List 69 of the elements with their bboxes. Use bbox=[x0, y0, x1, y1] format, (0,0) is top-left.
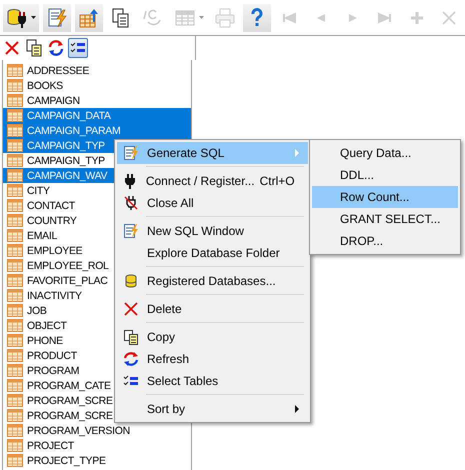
table-icon bbox=[7, 214, 23, 227]
table-arrow-icon bbox=[78, 6, 100, 28]
panel-toolbar-button[interactable] bbox=[68, 38, 88, 58]
table-icon bbox=[7, 319, 23, 332]
dropdown-arrow-icon bbox=[199, 16, 204, 19]
database-icon bbox=[122, 273, 138, 289]
panel-toolbar-button[interactable] bbox=[24, 38, 44, 58]
panel-toolbar-button[interactable] bbox=[46, 38, 66, 58]
table-icon bbox=[7, 229, 23, 242]
plug-icon bbox=[6, 6, 28, 28]
table-list-item[interactable]: CAMPAIGN_DATA bbox=[3, 108, 191, 123]
cross-icon bbox=[122, 301, 138, 317]
menu-item[interactable]: Sort by bbox=[117, 398, 308, 420]
table-icon bbox=[7, 259, 23, 272]
table-icon bbox=[7, 424, 23, 437]
toolbar-button[interactable] bbox=[3, 4, 39, 32]
lightning-document-icon bbox=[122, 223, 138, 239]
table-icon bbox=[7, 244, 23, 257]
table-list-item[interactable]: CAMPAIGN_PARAM bbox=[3, 123, 191, 138]
table-icon bbox=[7, 454, 23, 467]
lightning-document-icon bbox=[122, 145, 138, 161]
refresh-icon bbox=[47, 39, 65, 57]
table-list-item[interactable]: BOOKS bbox=[3, 78, 191, 93]
table-icon bbox=[7, 124, 23, 137]
menu-item[interactable]: DDL... bbox=[312, 164, 458, 186]
table-icon bbox=[7, 304, 23, 317]
table-icon bbox=[7, 94, 23, 107]
table-icon bbox=[7, 184, 23, 197]
table-icon bbox=[7, 364, 23, 377]
table-icon bbox=[7, 154, 23, 167]
menu-item[interactable]: New SQL Window bbox=[117, 220, 308, 242]
menu-item[interactable]: Explore Database Folder bbox=[117, 242, 308, 264]
printer-icon bbox=[214, 6, 236, 28]
table-icon bbox=[7, 139, 23, 152]
table-icon bbox=[7, 199, 23, 212]
menu-item[interactable]: DROP... bbox=[312, 230, 458, 252]
table-list-item[interactable]: CAMPAIGN bbox=[3, 93, 191, 108]
table-icon bbox=[7, 289, 23, 302]
cross-icon bbox=[3, 39, 21, 57]
refresh-icon bbox=[122, 351, 138, 367]
copy-icon bbox=[122, 329, 138, 345]
table-icon bbox=[7, 109, 23, 122]
table-list-item[interactable]: PROJECT_TYPE bbox=[3, 453, 191, 468]
table-list-item[interactable]: ADDRESSEE bbox=[3, 63, 191, 78]
table-icon bbox=[7, 394, 23, 407]
table-list-item[interactable]: PROJECT bbox=[3, 438, 191, 453]
menu-item[interactable]: Refresh bbox=[117, 348, 308, 370]
crossed-plug-icon bbox=[122, 195, 138, 211]
table-icon bbox=[7, 409, 23, 422]
menu-item[interactable]: Close All bbox=[117, 192, 308, 214]
menu-item[interactable]: GRANT SELECT... bbox=[312, 208, 458, 230]
submenu-arrow-icon bbox=[294, 404, 300, 414]
menu-item[interactable]: Query Data... bbox=[312, 142, 458, 164]
table-icon bbox=[7, 334, 23, 347]
table-icon bbox=[7, 349, 23, 362]
table-icon bbox=[7, 169, 23, 182]
table-list-item[interactable]: PROGRAM_VERSION bbox=[3, 423, 191, 438]
menu-item[interactable]: Select Tables bbox=[117, 370, 308, 392]
submenu-arrow-icon bbox=[294, 148, 300, 158]
table-icon bbox=[7, 274, 23, 287]
dropdown-arrow-icon bbox=[31, 16, 36, 19]
menu-item[interactable]: Row Count... bbox=[312, 186, 458, 208]
copy-icon bbox=[25, 39, 43, 57]
table-icon bbox=[7, 64, 23, 77]
menu-item[interactable]: Generate SQL bbox=[117, 142, 308, 164]
table-icon bbox=[7, 439, 23, 452]
table-icon bbox=[7, 379, 23, 392]
lightning-document-icon bbox=[46, 6, 68, 28]
table-icon bbox=[7, 79, 23, 92]
